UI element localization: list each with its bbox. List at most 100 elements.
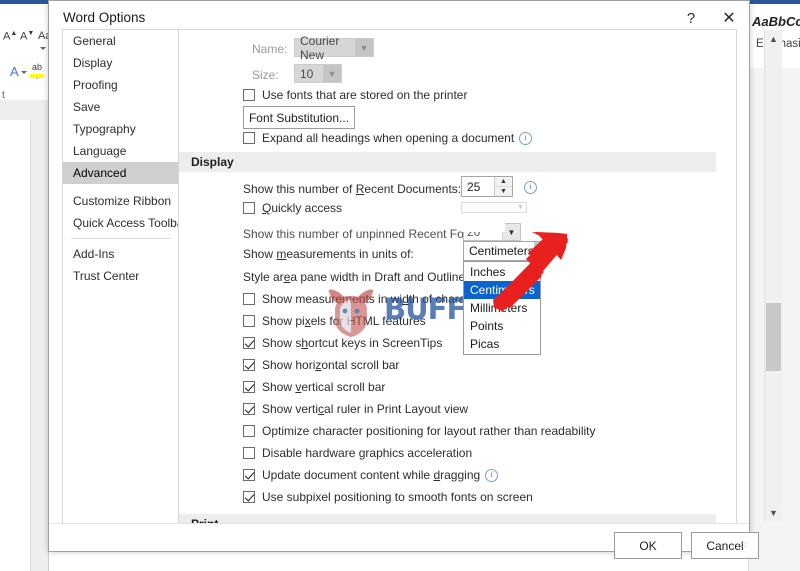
checkbox[interactable] [243,403,255,415]
measurement-units-value: Centimeters [469,244,534,258]
chevron-down-icon: ▼ [355,39,373,56]
help-button[interactable]: ? [674,5,708,31]
word-page-edge [0,120,31,571]
spinner-arrows[interactable]: ▲ ▼ [494,177,512,196]
sidebar-item-save[interactable]: Save [63,96,179,118]
checkbox[interactable] [243,381,255,393]
checkbox[interactable] [243,132,255,144]
measurement-units-dropdown[interactable]: Inches Centimeters Millimeters Points Pi… [463,261,541,355]
word-options-dialog: Word Options ? ✕ General Display Proofin… [48,0,782,559]
checkbox[interactable] [243,293,255,305]
spinner-up-icon[interactable]: ▲ [495,177,512,187]
optimize-char-positioning-label: Optimize character positioning for layou… [262,424,596,438]
text-highlight-icon[interactable]: ab [32,62,48,82]
text-effects-icon[interactable]: A [10,64,27,79]
optimize-char-positioning-row[interactable]: Optimize character positioning for layou… [243,424,596,438]
repaint-mask [463,223,505,232]
spinner-down-icon[interactable]: ▼ [495,187,512,196]
checkbox[interactable] [243,202,255,214]
show-vertical-scroll-row[interactable]: Show vertical scroll bar [243,380,385,394]
info-icon[interactable]: i [519,131,533,145]
footer-divider [49,523,749,524]
subpixel-positioning-row[interactable]: Use subpixel positioning to smooth fonts… [243,490,533,504]
checkbox[interactable] [243,359,255,371]
sidebar-item-proofing[interactable]: Proofing [63,74,179,96]
font-size-label: Size: [252,68,279,82]
show-vertical-ruler-row[interactable]: Show vertical ruler in Print Layout view [243,402,468,416]
sidebar-item-display[interactable]: Display [63,52,179,74]
font-size-combo[interactable]: 10 ▼ [294,64,342,83]
measurement-units-combo[interactable]: Centimeters ▼ [463,241,543,261]
use-printer-fonts-label: Use fonts that are stored on the printer [262,88,468,102]
checkbox[interactable] [243,337,255,349]
ok-button[interactable]: OK [614,532,682,559]
sidebar-item-trust-center[interactable]: Trust Center [63,265,179,287]
options-content-inner: Name: Courier New ▼ Size: 10 ▼ Use fonts… [179,30,716,523]
font-name-value: Courier New [300,33,340,62]
recent-documents-value: 25 [467,179,481,194]
scroll-up-icon[interactable]: ▲ [765,30,782,47]
show-horizontal-scroll-label: Show horizontal scroll bar [262,358,400,372]
sidebar-item-add-ins[interactable]: Add-Ins [63,243,179,265]
chevron-down-icon: ▼ [323,65,341,82]
dropdown-option-inches[interactable]: Inches [464,263,540,281]
show-measurements-width-chars-row[interactable]: Show measurements in width of characters [243,292,491,306]
recent-documents-spinner[interactable]: 25 ▲ ▼ [461,176,513,197]
show-horizontal-scroll-row[interactable]: Show horizontal scroll bar [243,358,399,372]
sidebar-item-typography[interactable]: Typography [63,118,179,140]
shrink-font-icon[interactable]: A▼ [20,30,34,43]
sidebar-item-quick-access-toolbar[interactable]: Quick Access Toolbar [63,212,188,234]
dialog-title: Word Options [63,10,146,25]
screenshot-root: A▲ A▼ Aa A ab t AaBbCcDd Emphasis Word O… [0,0,800,571]
disable-hw-accel-label: Disable hardware graphics acceleration [262,446,473,460]
sidebar-item-general[interactable]: General [63,30,179,52]
show-shortcut-keys-row[interactable]: Show shortcut keys in ScreenTips [243,336,442,350]
style-sample-text: AaBbCcDd [752,14,800,29]
checkbox[interactable] [243,469,255,481]
update-doc-dragging-label: Update document content while dragging [262,468,481,482]
options-scrollbar[interactable]: ▲ ▼ [764,30,782,521]
quickly-access-row[interactable]: Quickly access [243,201,342,215]
dropdown-option-millimeters[interactable]: Millimeters [464,299,540,317]
chevron-down-icon[interactable]: ▼ [533,242,543,260]
options-content-pane: Name: Courier New ▼ Size: 10 ▼ Use fonts… [178,29,737,524]
dropdown-option-centimeters[interactable]: Centimeters [464,281,540,299]
checkbox[interactable] [243,447,255,459]
scrollbar-thumb[interactable] [766,303,781,371]
close-icon[interactable]: ✕ [712,5,746,31]
dropdown-option-picas[interactable]: Picas [464,335,540,353]
expand-headings-row[interactable]: Expand all headings when opening a docum… [243,131,533,145]
show-pixels-html-row[interactable]: Show pixels for HTML features [243,314,426,328]
expand-headings-label: Expand all headings when opening a docum… [262,131,515,145]
show-vertical-scroll-label: Show vertical scroll bar [262,380,386,394]
checkbox[interactable] [243,491,255,503]
checkbox[interactable] [243,315,255,327]
grow-font-icon[interactable]: A▲ [3,30,17,43]
use-printer-fonts-row[interactable]: Use fonts that are stored on the printer [243,88,467,102]
show-vertical-ruler-label: Show vertical ruler in Print Layout view [262,402,469,416]
sidebar-item-advanced[interactable]: Advanced [63,162,179,184]
scroll-down-icon[interactable]: ▼ [765,504,782,521]
checkbox[interactable] [243,89,255,101]
font-name-label: Name: [252,42,288,56]
word-ribbon-font-group: A▲ A▼ Aa A ab t [0,4,51,101]
font-substitution-button[interactable]: Font Substitution... [243,106,355,129]
checkbox[interactable] [243,425,255,437]
show-shortcut-keys-label: Show shortcut keys in ScreenTips [262,336,443,350]
disable-hw-accel-row[interactable]: Disable hardware graphics acceleration [243,446,472,460]
repaint-artifact-caret: ▼ [517,204,524,211]
font-name-combo[interactable]: Courier New ▼ [294,34,374,62]
info-icon[interactable]: i [485,468,499,482]
update-doc-dragging-row[interactable]: Update document content while dragging i [243,468,499,482]
info-icon[interactable]: i [524,181,537,194]
dropdown-option-points[interactable]: Points [464,317,540,335]
measurement-units-label: Show measurements in units of: [243,247,414,261]
sidebar-item-customize-ribbon[interactable]: Customize Ribbon [63,190,179,212]
sidebar-item-language[interactable]: Language [63,140,179,162]
recent-documents-label: Show this number of Recent Documents: [243,182,462,196]
nav-divider [71,238,171,239]
font-size-value: 10 [300,66,314,81]
quickly-access-label: Quickly access [262,201,343,215]
cancel-button[interactable]: Cancel [691,532,759,559]
resize-grip-icon[interactable]: ∷∷ [737,541,746,550]
